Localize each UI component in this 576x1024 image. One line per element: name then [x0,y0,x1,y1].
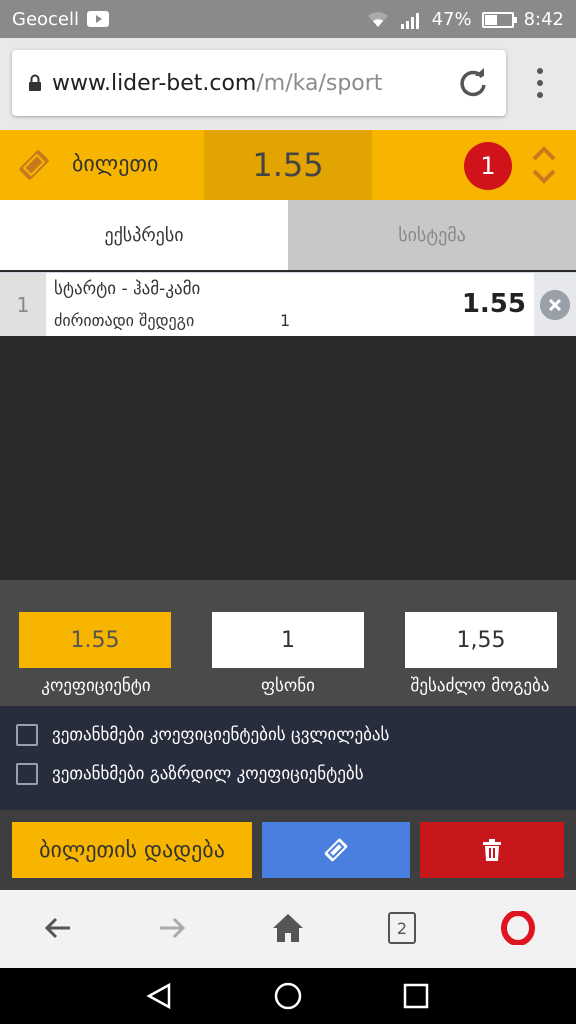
battery-icon [481,11,517,28]
bet-details: სტარტი - ჰამ-კამი ძირითადი შედეგი 1 1.55 [46,273,534,337]
odds-label: კოეფიციენტი [41,676,151,696]
browser-nav-bar: 2 [0,890,576,968]
agree-increased-odds-label: ვეთანხმები გაზრდილ კოეფიციენტებს [52,764,364,784]
ticket-header[interactable]: ბილეთი 1.55 1 [0,130,576,200]
status-bar: Geocell 47% 8:42 [0,0,576,38]
browser-toolbar: www.lider-bet.com/m/ka/sport [0,38,576,130]
ticket-share-button[interactable] [262,822,410,878]
bet-market: ძირითადი შედეგი [54,311,195,330]
wifi-icon [367,11,388,27]
agree-odds-change-label: ვეთანხმები კოეფიციენტების ცვლილებას [52,725,390,745]
url-host: www.lider-bet.com [52,70,257,96]
agree-increased-odds-checkbox[interactable] [16,763,38,785]
lock-icon [29,74,41,91]
stake-label: ფსონი [261,676,315,696]
stake-panel: 1.55 1 1,55 კოეფიციენტი ფსონი შესაძლო მო… [0,580,576,706]
tab-count: 2 [388,912,416,944]
stake-input[interactable]: 1 [212,612,364,668]
agree-odds-change-checkbox[interactable] [16,724,38,746]
opera-menu-icon[interactable] [498,908,538,948]
place-bet-button[interactable]: ბილეთის დადება [12,822,252,878]
action-bar: ბილეთის დადება [0,810,576,890]
trash-icon [483,839,501,861]
odds-field: 1.55 [19,612,171,668]
empty-area [0,336,576,580]
system-recents-icon[interactable] [401,981,431,1011]
bet-outcome: 1 [280,311,291,330]
battery-percent: 47% [431,9,472,30]
bet-row: 1 სტარტი - ჰამ-კამი ძირითადი შედეგი 1 1.… [0,272,576,337]
url-path: /m/ka/sport [256,70,383,96]
forward-icon[interactable] [152,908,192,948]
system-nav-bar [0,968,576,1024]
ticket-icon [324,838,348,862]
possible-win-field: 1,55 [405,612,557,668]
battery-fill [484,14,497,25]
back-icon[interactable] [38,908,78,948]
ticket-icon [19,150,49,180]
expand-collapse-icon[interactable] [530,145,558,185]
tabs-icon[interactable]: 2 [382,908,422,948]
tab-express[interactable]: ექსპრესი [0,200,288,270]
address-bar[interactable]: www.lider-bet.com/m/ka/sport [12,50,506,116]
reload-icon[interactable] [456,66,490,100]
bet-match: სტარტი - ჰამ-კამი [54,279,201,299]
remove-bet-icon[interactable] [540,290,570,320]
tab-system[interactable]: სისტემა [288,200,576,270]
agree-odds-change-row[interactable]: ვეთანხმები კოეფიციენტების ცვლილებას [16,724,389,746]
ticket-total-odds: 1.55 [204,130,372,200]
youtube-notification-icon [86,11,109,27]
clock: 8:42 [523,9,564,30]
ticket-title: ბილეთი [72,152,159,177]
agree-increased-odds-row[interactable]: ვეთანხმები გაზრდილ კოეფიციენტებს [16,763,364,785]
bet-odds: 1.55 [461,289,526,319]
bet-type-tabs: ექსპრესი სისტემა [0,200,576,270]
ticket-count-badge: 1 [464,142,512,190]
bet-index: 1 [0,273,46,337]
delete-ticket-button[interactable] [420,822,564,878]
carrier-label: Geocell [12,9,109,30]
browser-menu-icon[interactable] [530,68,550,102]
possible-win-label: შესაძლო მოგება [410,676,550,696]
agreements: ვეთანხმები კოეფიციენტების ცვლილებას ვეთა… [0,706,576,810]
signal-icon [400,12,419,29]
home-icon[interactable] [268,908,308,948]
system-home-icon[interactable] [273,981,303,1011]
carrier-name: Geocell [12,9,80,30]
system-back-icon[interactable] [145,981,175,1011]
